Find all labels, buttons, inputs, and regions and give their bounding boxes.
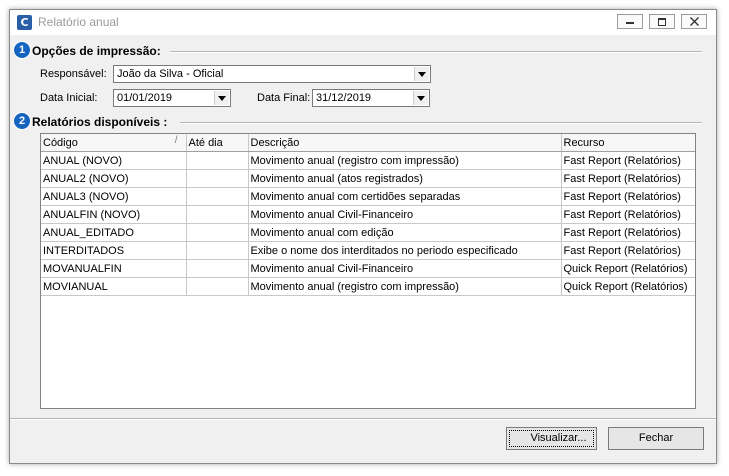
chevron-down-icon[interactable] — [414, 67, 429, 81]
cell-recurso: Fast Report (Relatórios) — [561, 223, 695, 242]
grid-header-row: Código / Até dia Descrição Recurso — [41, 134, 695, 152]
table-row[interactable]: MOVIANUAL Movimento anual (registro com … — [41, 277, 695, 296]
data-final-picker[interactable]: 31/12/2019 — [312, 89, 430, 107]
cell-recurso: Fast Report (Relatórios) — [561, 169, 695, 188]
cell-descricao: Exibe o nome dos interditados no periodo… — [248, 241, 562, 260]
cell-codigo: MOVANUALFIN — [41, 259, 187, 278]
minimize-button[interactable] — [617, 14, 643, 29]
available-reports-title: Relatórios disponíveis : — [32, 115, 172, 129]
cell-descricao: Movimento anual (registro com impressão) — [248, 277, 562, 296]
table-row[interactable]: ANUAL_EDITADO Movimento anual com edição… — [41, 223, 695, 242]
data-inicial-value: 01/01/2019 — [117, 92, 173, 104]
print-options-title: Opções de impressão: — [32, 44, 165, 58]
cell-recurso: Quick Report (Relatórios) — [561, 259, 695, 278]
visualizar-label: Visualizar... — [530, 432, 587, 444]
fechar-label: Fechar — [638, 432, 674, 444]
section-divider — [180, 122, 702, 124]
cell-ate-dia — [186, 241, 249, 260]
cell-descricao: Movimento anual com certidões separadas — [248, 187, 562, 206]
close-button[interactable] — [681, 14, 707, 29]
data-final-value: 31/12/2019 — [316, 92, 372, 104]
cell-ate-dia — [186, 223, 249, 242]
visualizar-button[interactable]: Visualizar... — [506, 427, 597, 450]
column-header-codigo[interactable]: Código / — [41, 134, 187, 152]
table-row[interactable]: ANUALFIN (NOVO) Movimento anual Civil-Fi… — [41, 205, 695, 224]
cell-ate-dia — [186, 187, 249, 206]
column-header-descricao[interactable]: Descrição — [248, 134, 562, 152]
cell-ate-dia — [186, 277, 249, 296]
cell-codigo: ANUAL2 (NOVO) — [41, 169, 187, 188]
column-header-ate-dia[interactable]: Até dia — [186, 134, 249, 152]
cell-codigo: ANUAL3 (NOVO) — [41, 187, 187, 206]
table-row[interactable]: INTERDITADOS Exibe o nome dos interditad… — [41, 241, 695, 260]
responsavel-value: João da Silva - Oficial — [117, 68, 224, 80]
app-logo-icon: C — [17, 15, 32, 30]
cell-descricao: Movimento anual com edição — [248, 223, 562, 242]
cell-recurso: Fast Report (Relatórios) — [561, 151, 695, 170]
step-badge-2: 2 — [14, 113, 30, 129]
title-bar: C Relatório anual — [10, 10, 716, 35]
data-inicial-picker[interactable]: 01/01/2019 — [113, 89, 231, 107]
data-final-label: Data Final: — [257, 92, 311, 104]
table-row[interactable]: ANUAL (NOVO) Movimento anual (registro c… — [41, 151, 695, 170]
cell-ate-dia — [186, 169, 249, 188]
sort-ascending-icon: / — [174, 135, 178, 146]
window-title: Relatório anual — [38, 15, 119, 29]
cell-descricao: Movimento anual (registro com impressão) — [248, 151, 562, 170]
table-row[interactable]: ANUAL3 (NOVO) Movimento anual com certid… — [41, 187, 695, 206]
cell-ate-dia — [186, 151, 249, 170]
chevron-down-icon[interactable] — [413, 91, 428, 105]
cell-descricao: Movimento anual Civil-Financeiro — [248, 205, 562, 224]
section-divider — [170, 51, 702, 53]
cell-codigo: ANUALFIN (NOVO) — [41, 205, 187, 224]
maximize-button[interactable] — [649, 14, 675, 29]
column-header-recurso[interactable]: Recurso — [561, 134, 695, 152]
responsavel-select[interactable]: João da Silva - Oficial — [113, 65, 431, 83]
cell-descricao: Movimento anual (atos registrados) — [248, 169, 562, 188]
cell-codigo: INTERDITADOS — [41, 241, 187, 260]
table-row[interactable]: ANUAL2 (NOVO) Movimento anual (atos regi… — [41, 169, 695, 188]
cell-codigo: MOVIANUAL — [41, 277, 187, 296]
fechar-button[interactable]: Fechar — [608, 427, 704, 450]
responsavel-label: Responsável: — [40, 68, 107, 80]
cell-ate-dia — [186, 205, 249, 224]
cell-recurso: Quick Report (Relatórios) — [561, 277, 695, 296]
report-dialog: C Relatório anual 1 Opções de impressão:… — [9, 9, 717, 464]
cell-descricao: Movimento anual Civil-Financeiro — [248, 259, 562, 278]
table-row[interactable]: MOVANUALFIN Movimento anual Civil-Financ… — [41, 259, 695, 278]
reports-grid[interactable]: Código / Até dia Descrição Recurso ANUAL … — [40, 133, 696, 409]
step-badge-1: 1 — [14, 42, 30, 58]
cell-recurso: Fast Report (Relatórios) — [561, 187, 695, 206]
cell-recurso: Fast Report (Relatórios) — [561, 205, 695, 224]
cell-ate-dia — [186, 259, 249, 278]
data-inicial-label: Data Inicial: — [40, 92, 98, 104]
cell-codigo: ANUAL_EDITADO — [41, 223, 187, 242]
cell-recurso: Fast Report (Relatórios) — [561, 241, 695, 260]
cell-codigo: ANUAL (NOVO) — [41, 151, 187, 170]
close-icon — [690, 17, 699, 26]
footer-divider — [10, 418, 716, 420]
chevron-down-icon[interactable] — [214, 91, 229, 105]
